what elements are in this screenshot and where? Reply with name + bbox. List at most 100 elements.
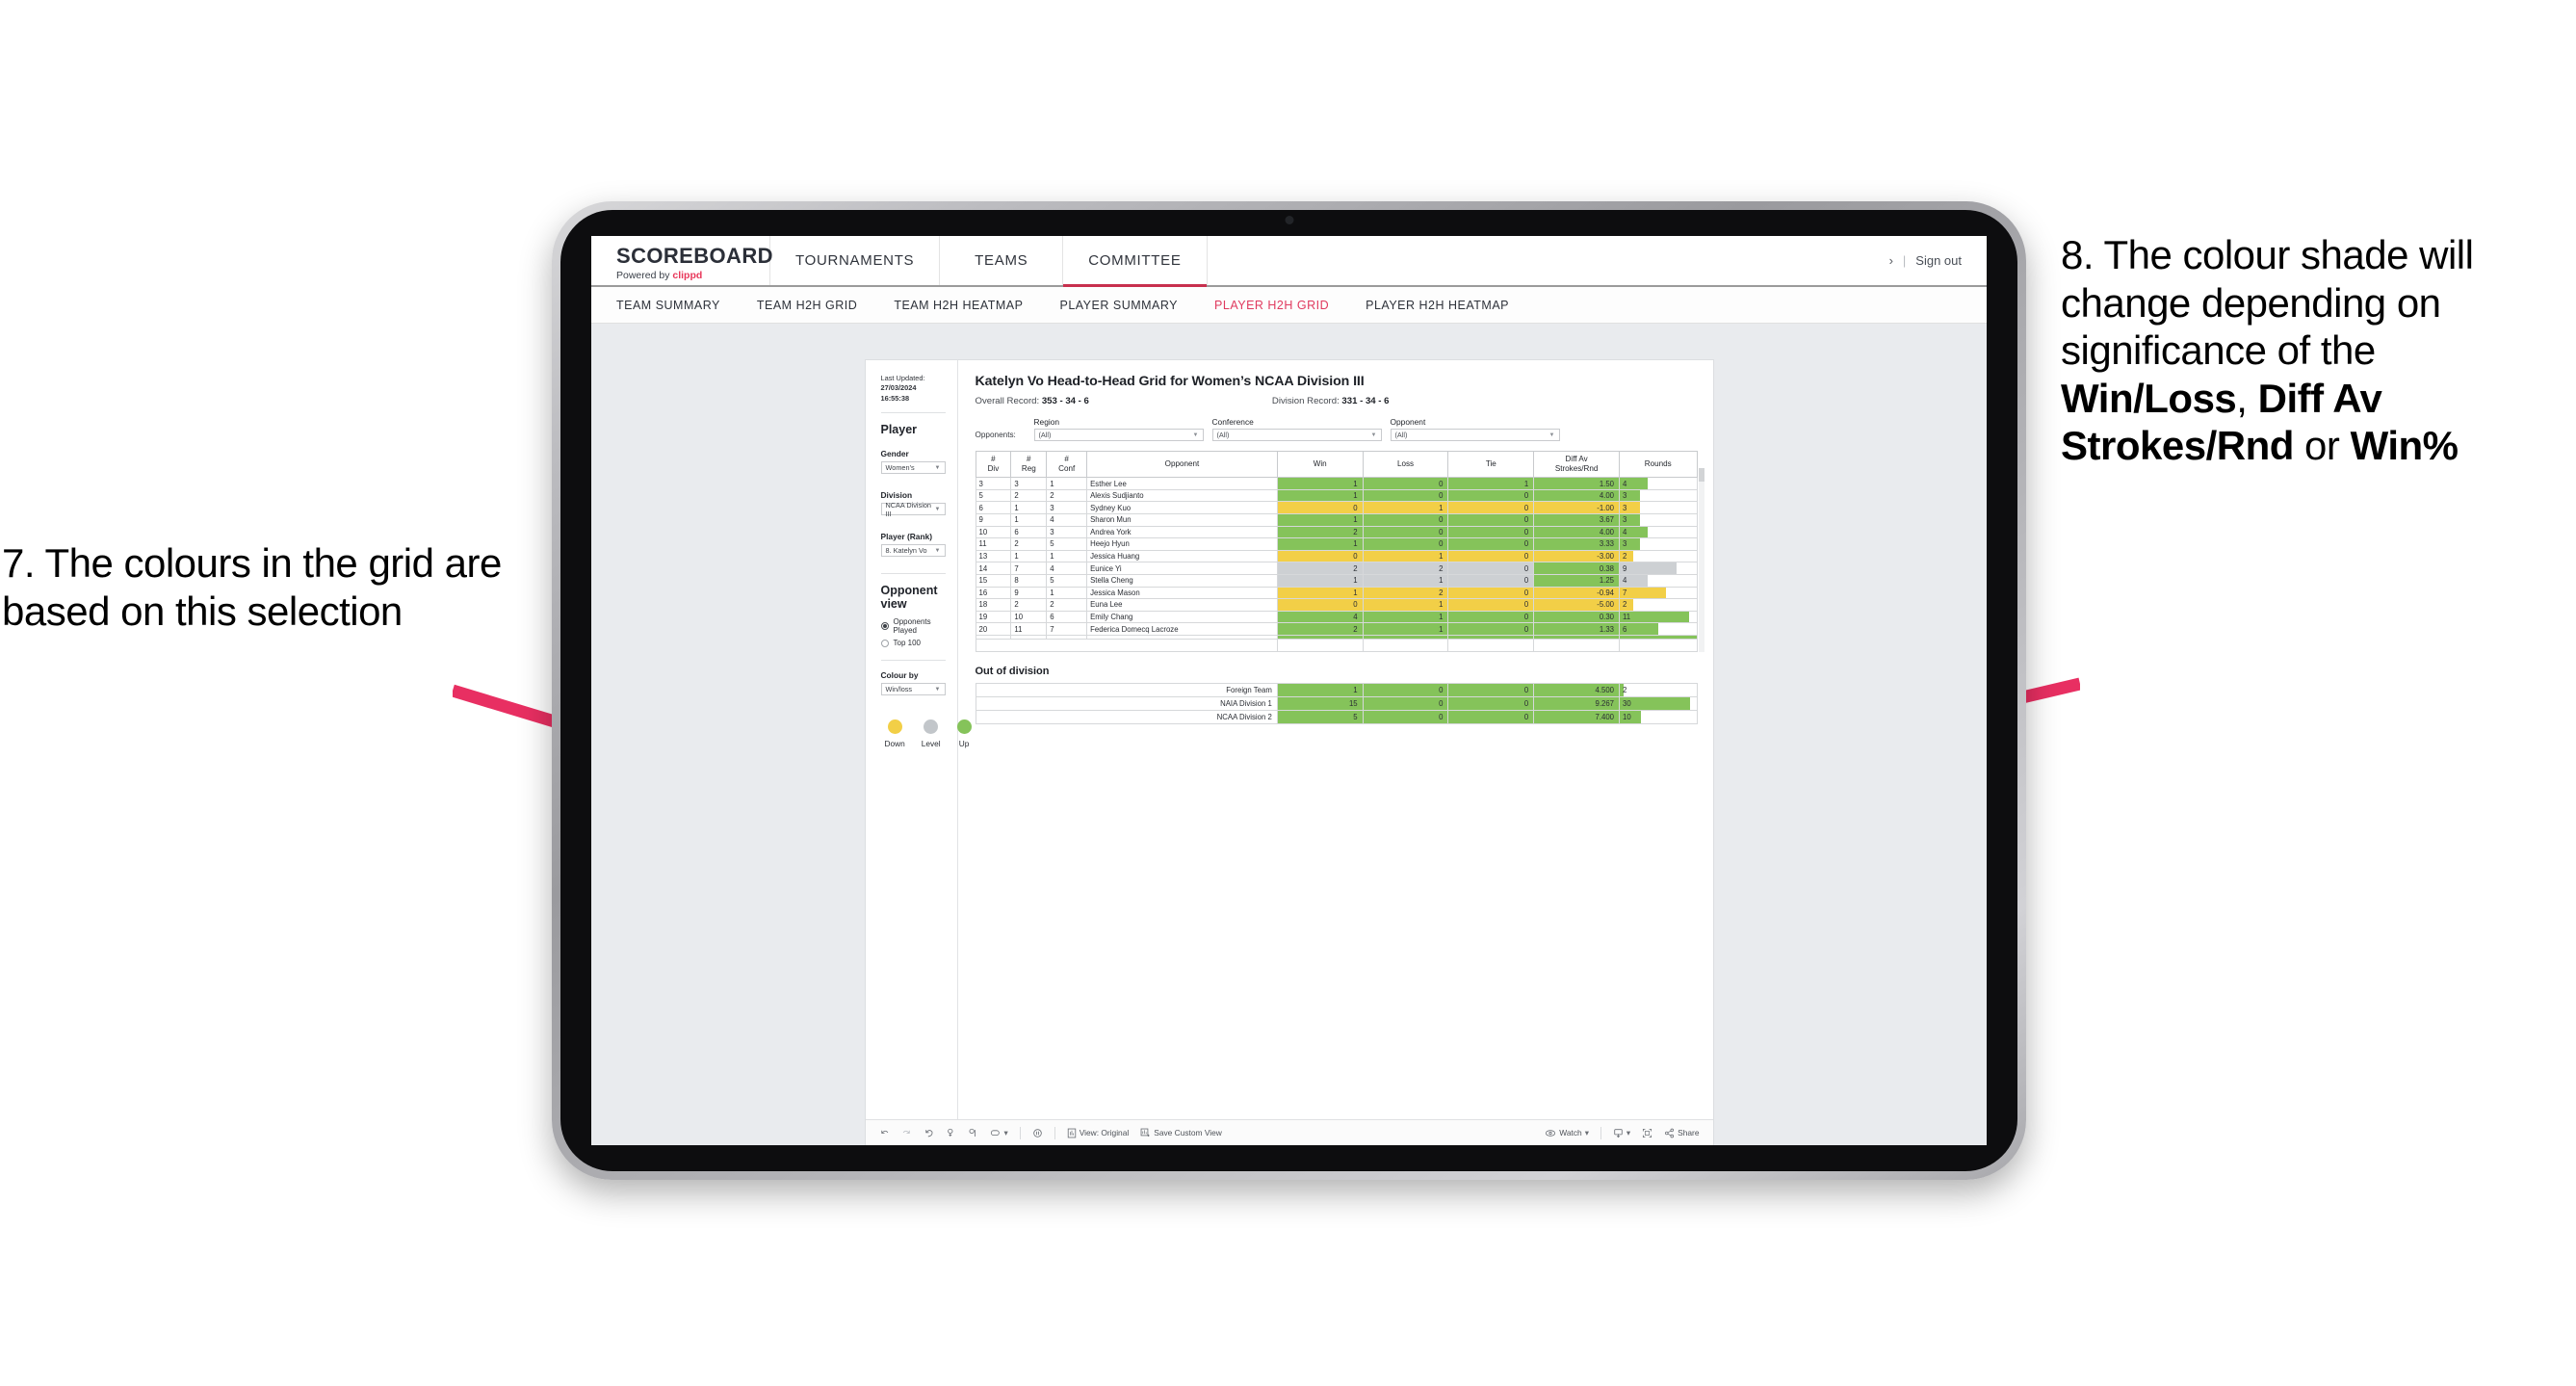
table-row[interactable]: 3 3 1 Esther Lee 1 0 1 1.50 4 bbox=[975, 477, 1698, 490]
sign-out-link[interactable]: Sign out bbox=[1915, 253, 1962, 268]
table-row[interactable]: 11 2 5 Heejo Hyun 1 0 0 3.33 3 bbox=[975, 537, 1698, 551]
chevron-down-icon: ▼ bbox=[1548, 431, 1555, 438]
cell-tie: 0 bbox=[1447, 525, 1535, 539]
grid-empty-cell bbox=[1276, 638, 1364, 652]
visualization-card: Last Updated: 27/03/2024 16:55:38 Player… bbox=[865, 360, 1713, 1145]
table-row[interactable]: 19 10 6 Emily Chang 4 1 0 0.30 11 bbox=[975, 610, 1698, 624]
cell-div: 11 bbox=[975, 537, 1012, 551]
table-row[interactable]: 13 1 1 Jessica Huang 0 1 0 -3.00 2 bbox=[975, 549, 1698, 563]
grid-scrollbar-thumb[interactable] bbox=[1698, 468, 1704, 482]
watch-button[interactable]: Watch ▾ bbox=[1545, 1128, 1589, 1138]
redo-icon[interactable] bbox=[901, 1128, 912, 1138]
download-button[interactable]: ▾ bbox=[1613, 1128, 1630, 1138]
subtab-team-summary[interactable]: TEAM SUMMARY bbox=[616, 299, 720, 312]
subtab-player-summary[interactable]: PLAYER SUMMARY bbox=[1059, 299, 1178, 312]
annotation-8-part-1: Win/Loss bbox=[2061, 375, 2237, 421]
chevron-right-icon[interactable]: › bbox=[1889, 253, 1893, 268]
table-row[interactable]: 20 11 7 Federica Domecq Lacroze 2 1 0 1.33 6 bbox=[975, 622, 1698, 636]
subtab-team-h2h-grid[interactable]: TEAM H2H GRID bbox=[757, 299, 857, 312]
rounds-value: 4 bbox=[1623, 479, 1627, 488]
cell-win: 1 bbox=[1276, 586, 1364, 600]
table-row[interactable]: 10 6 3 Andrea York 2 0 0 4.00 4 bbox=[975, 525, 1698, 539]
gender-value: Women’s bbox=[885, 463, 915, 473]
cell-loss: 1 bbox=[1362, 573, 1449, 588]
highlight-tool-button[interactable]: ▾ bbox=[990, 1128, 1008, 1138]
radio-top-100-label: Top 100 bbox=[893, 639, 921, 648]
colour-by-select[interactable]: Win/loss ▼ bbox=[880, 683, 946, 696]
rounds-bar: 2 bbox=[1620, 683, 1626, 696]
table-row[interactable]: 18 2 2 Euna Lee 0 1 0 -5.00 2 bbox=[975, 598, 1698, 612]
save-view-icon bbox=[1140, 1128, 1151, 1138]
cell-rounds: 4 bbox=[1619, 573, 1698, 588]
cell-conf: 5 bbox=[1046, 537, 1088, 551]
filter-region-select[interactable]: (All) ▼ bbox=[1033, 429, 1204, 441]
overall-record-value: 353 - 34 - 6 bbox=[1041, 396, 1089, 406]
grid-empty-cell bbox=[1447, 638, 1535, 652]
toolbar-divider-1 bbox=[1019, 1126, 1021, 1139]
player-rank-select[interactable]: 8. Katelyn Vo ▼ bbox=[880, 544, 946, 558]
download-icon bbox=[1613, 1128, 1624, 1138]
sidebar-divider-2 bbox=[880, 573, 946, 575]
colour-by-value: Win/loss bbox=[885, 685, 913, 694]
sidebar-divider-1 bbox=[880, 412, 946, 414]
revert-icon[interactable] bbox=[924, 1128, 934, 1138]
cell-win: 2 bbox=[1276, 562, 1364, 575]
cell-div: 15 bbox=[975, 573, 1012, 588]
table-row[interactable]: 16 9 1 Jessica Mason 1 2 0 -0.94 7 bbox=[975, 586, 1698, 600]
share-button[interactable]: Share bbox=[1664, 1128, 1700, 1138]
filter-conference-select[interactable]: (All) ▼ bbox=[1211, 429, 1382, 441]
save-custom-view-button[interactable]: Save Custom View bbox=[1140, 1128, 1222, 1138]
cell-rounds: 2 bbox=[1619, 682, 1698, 697]
grid-col-header-8: Rounds bbox=[1619, 450, 1698, 479]
workspace: Last Updated: 27/03/2024 16:55:38 Player… bbox=[591, 324, 1987, 1145]
cell-loss: 1 bbox=[1362, 598, 1449, 612]
toolbar-divider-3 bbox=[1600, 1126, 1601, 1139]
table-row[interactable]: 15 8 5 Stella Cheng 1 1 0 1.25 4 bbox=[975, 573, 1698, 588]
brand-logo[interactable]: SCOREBOARD Powered by clippd bbox=[591, 236, 773, 285]
cell-diff: 0.30 bbox=[1533, 610, 1620, 624]
gender-select[interactable]: Women’s ▼ bbox=[880, 461, 946, 475]
out-of-division-row[interactable]: NCAA Division 2 5 0 0 7.400 10 bbox=[975, 709, 1698, 724]
cell-rounds: 7 bbox=[1619, 586, 1698, 600]
division-record-value: 331 - 34 - 6 bbox=[1341, 396, 1390, 406]
subtab-player-h2h-grid[interactable]: PLAYER H2H GRID bbox=[1214, 299, 1329, 312]
brand-title: SCOREBOARD bbox=[616, 244, 773, 268]
rounds-value: 2 bbox=[1623, 600, 1627, 610]
undo-icon[interactable] bbox=[879, 1128, 890, 1138]
filter-conference-value: (All) bbox=[1216, 431, 1230, 439]
table-row[interactable]: 5 2 2 Alexis Sudjianto 1 0 0 4.00 3 bbox=[975, 488, 1698, 503]
view-original-button[interactable]: View: Original bbox=[1067, 1128, 1129, 1138]
rounds-value: 11 bbox=[1623, 613, 1631, 622]
table-row[interactable]: 14 7 4 Eunice Yi 2 2 0 0.38 9 bbox=[975, 562, 1698, 575]
legend-item-down: Down bbox=[885, 719, 905, 748]
cell-conf: 4 bbox=[1046, 513, 1088, 527]
cell-win: 1 bbox=[1276, 477, 1364, 490]
cell-loss: 1 bbox=[1362, 610, 1449, 624]
grid-head: # Div # Reg # Conf Opponent Win Loss Tie Diff Av St… bbox=[975, 450, 1698, 479]
out-of-division-row[interactable]: NAIA Division 1 15 0 0 9.267 30 bbox=[975, 695, 1698, 711]
fullscreen-icon[interactable] bbox=[1642, 1128, 1652, 1138]
pause-icon[interactable] bbox=[1032, 1128, 1043, 1138]
refresh-data-icon[interactable] bbox=[946, 1128, 956, 1138]
nav-tab-committee[interactable]: COMMITTEE bbox=[1063, 236, 1208, 287]
filter-opponent-select[interactable]: (All) ▼ bbox=[1390, 429, 1560, 441]
division-select[interactable]: NCAA Division III ▼ bbox=[880, 501, 946, 518]
subtab-team-h2h-heatmap[interactable]: TEAM H2H HEATMAP bbox=[894, 299, 1023, 312]
nav-tab-tournaments[interactable]: TOURNAMENTS bbox=[770, 236, 941, 285]
nav-tab-teams[interactable]: TEAMS bbox=[940, 236, 1064, 285]
header-separator: | bbox=[1902, 253, 1907, 268]
grid-scrollbar[interactable] bbox=[1698, 468, 1704, 652]
cell-rounds: 3 bbox=[1619, 501, 1698, 514]
colour-legend: Down Level Up bbox=[881, 719, 972, 748]
table-row[interactable]: 9 1 4 Sharon Mun 1 0 0 3.67 3 bbox=[975, 513, 1698, 527]
radio-opponents-played[interactable]: Opponents Played bbox=[880, 617, 946, 635]
out-of-division-row[interactable]: Foreign Team 1 0 0 4.500 2 bbox=[975, 682, 1698, 697]
subtab-player-h2h-heatmap[interactable]: PLAYER H2H HEATMAP bbox=[1366, 299, 1509, 312]
cell-win: 4 bbox=[1276, 610, 1364, 624]
cell-tie: 0 bbox=[1447, 598, 1535, 612]
radio-top-100[interactable]: Top 100 bbox=[880, 639, 946, 648]
table-row[interactable]: 6 1 3 Sydney Kuo 0 1 0 -1.00 3 bbox=[975, 501, 1698, 514]
rounds-bar: 4 bbox=[1620, 526, 1648, 538]
pause-auto-update-icon[interactable] bbox=[968, 1128, 978, 1138]
cell-rounds: 6 bbox=[1619, 622, 1698, 636]
